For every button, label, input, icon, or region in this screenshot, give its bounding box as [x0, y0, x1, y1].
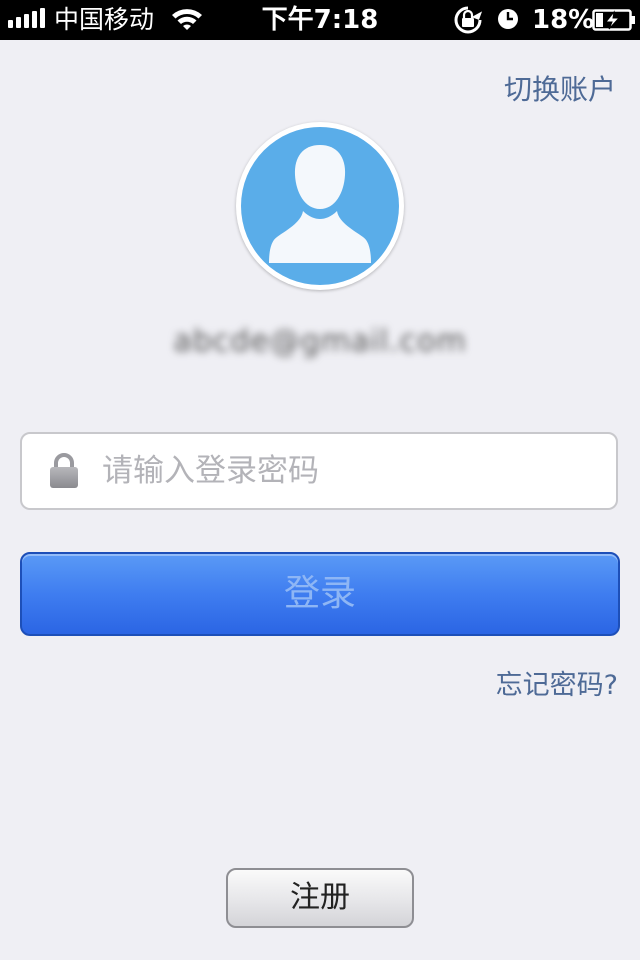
battery-icon: [592, 9, 636, 35]
account-name: abcde@gmail.com: [173, 324, 467, 359]
password-input[interactable]: [102, 444, 602, 498]
alarm-icon: [497, 8, 519, 34]
status-bar: 中国移动 下午7:18 18%: [0, 0, 640, 40]
register-button[interactable]: 注册: [226, 868, 414, 928]
avatar: [236, 122, 404, 290]
battery-percent: 18%: [532, 5, 595, 35]
rotation-lock-icon: [451, 5, 485, 39]
user-silhouette-icon: [241, 127, 399, 285]
password-field[interactable]: [20, 432, 618, 510]
lock-icon: [48, 452, 80, 494]
switch-account-link[interactable]: 切换账户: [504, 72, 616, 108]
forgot-password-link[interactable]: 忘记密码?: [496, 668, 618, 704]
login-button[interactable]: 登录: [20, 552, 620, 636]
